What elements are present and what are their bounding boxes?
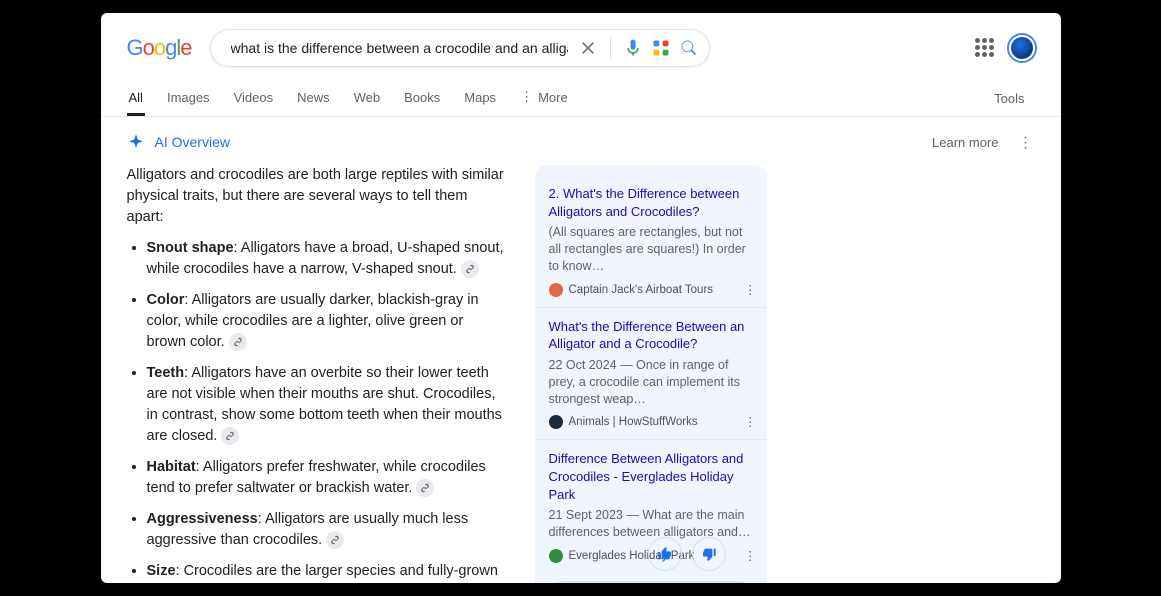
clear-icon[interactable] xyxy=(578,38,598,58)
favicon-icon xyxy=(549,549,563,563)
list-item: Color: Alligators are usually darker, bl… xyxy=(147,290,507,353)
card-menu-icon[interactable]: ⋮ xyxy=(744,548,757,563)
list-item: Teeth: Alligators have an overbite so th… xyxy=(147,363,507,447)
tab-news[interactable]: News xyxy=(295,82,332,116)
tab-row: All Images Videos News Web Books Maps ⋮M… xyxy=(101,81,1061,117)
list-item: Habitat: Alligators prefer freshwater, w… xyxy=(147,457,507,499)
favicon-icon xyxy=(549,415,563,429)
source-card[interactable]: What's the Difference Between an Alligat… xyxy=(535,307,767,440)
list-item: Aggressiveness: Alligators are usually m… xyxy=(147,509,507,551)
account-avatar[interactable] xyxy=(1009,35,1035,61)
google-logo[interactable]: Google xyxy=(127,35,192,61)
search-input[interactable] xyxy=(229,39,570,57)
source-panel: 2. What's the Difference between Alligat… xyxy=(535,165,767,583)
list-item: Size: Crocodiles are the larger species … xyxy=(147,561,507,583)
favicon-icon xyxy=(549,283,563,297)
source-attribution: Captain Jack's Airboat Tours xyxy=(549,283,753,297)
feedback-row xyxy=(648,537,726,571)
search-icon[interactable] xyxy=(679,38,699,58)
source-snippet: 21 Sept 2023 — What are the main differe… xyxy=(549,507,753,541)
tab-all[interactable]: All xyxy=(127,82,145,116)
mic-icon[interactable] xyxy=(623,38,643,58)
tab-more[interactable]: ⋮More xyxy=(518,81,570,116)
apps-icon[interactable] xyxy=(975,38,995,58)
citation-icon[interactable] xyxy=(229,333,247,351)
tab-videos[interactable]: Videos xyxy=(232,82,276,116)
content-area: AI Overview Learn more ⋮ Alligators and … xyxy=(101,117,1061,583)
citation-icon[interactable] xyxy=(221,427,239,445)
tab-books[interactable]: Books xyxy=(402,82,442,116)
list-item: Snout shape: Alligators have a broad, U-… xyxy=(147,238,507,280)
source-title[interactable]: Difference Between Alligators and Crocod… xyxy=(549,450,753,503)
card-menu-icon[interactable]: ⋮ xyxy=(744,414,757,429)
citation-icon[interactable] xyxy=(461,260,479,278)
sparkle-icon xyxy=(127,133,145,151)
search-bar[interactable] xyxy=(210,29,710,67)
page-root: Google All Images xyxy=(101,13,1061,583)
card-menu-icon[interactable]: ⋮ xyxy=(744,282,757,297)
tab-maps[interactable]: Maps xyxy=(462,82,498,116)
ai-bullet-list: Snout shape: Alligators have a broad, U-… xyxy=(127,238,507,583)
header: Google xyxy=(101,13,1061,67)
ai-answer: Alligators and crocodiles are both large… xyxy=(127,165,507,583)
source-title[interactable]: 2. What's the Difference between Alligat… xyxy=(549,185,753,220)
tab-web[interactable]: Web xyxy=(352,82,383,116)
overflow-menu-icon[interactable]: ⋮ xyxy=(1017,134,1035,151)
learn-more-link[interactable]: Learn more xyxy=(932,135,998,150)
tab-images[interactable]: Images xyxy=(165,82,212,116)
ai-overview-header: AI Overview Learn more ⋮ xyxy=(127,133,1035,151)
citation-icon[interactable] xyxy=(416,479,434,497)
thumbs-down-button[interactable] xyxy=(692,537,726,571)
source-snippet: 22 Oct 2024 — Once in range of prey, a c… xyxy=(549,357,753,408)
citation-icon[interactable] xyxy=(326,531,344,549)
source-snippet: (All squares are rectangles, but not all… xyxy=(549,224,753,275)
ai-intro: Alligators and crocodiles are both large… xyxy=(127,165,507,228)
thumbs-up-button[interactable] xyxy=(648,537,682,571)
tools-button[interactable]: Tools xyxy=(994,91,1034,106)
lens-icon[interactable] xyxy=(651,38,671,58)
show-all-button[interactable]: Show all xyxy=(549,581,753,583)
source-title[interactable]: What's the Difference Between an Alligat… xyxy=(549,318,753,353)
source-card[interactable]: 2. What's the Difference between Alligat… xyxy=(535,175,767,307)
ai-overview-title: AI Overview xyxy=(155,134,230,150)
source-attribution: Animals | HowStuffWorks xyxy=(549,415,753,429)
